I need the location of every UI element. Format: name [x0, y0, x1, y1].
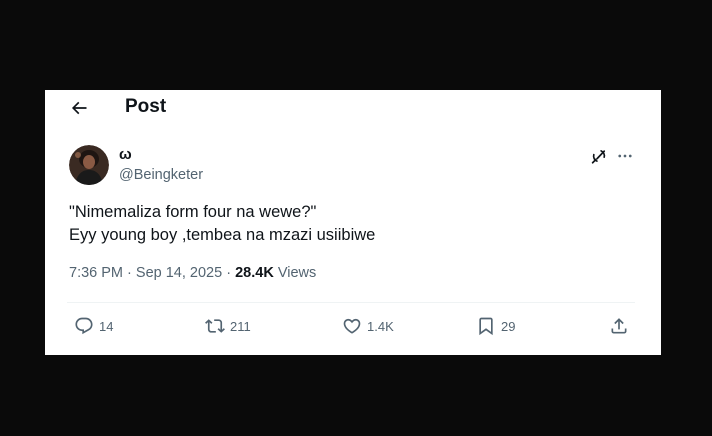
share-button[interactable]: [609, 315, 629, 337]
meta-separator: ·: [127, 265, 132, 281]
reply-count: 14: [99, 318, 114, 334]
repost-count: 211: [230, 318, 251, 334]
grok-icon[interactable]: [590, 147, 608, 165]
reply-button[interactable]: 14: [74, 315, 113, 337]
page-title: Post: [125, 96, 167, 117]
author-name[interactable]: ω: [119, 147, 132, 163]
back-button[interactable]: [67, 96, 91, 120]
post-card: Post ω @Beingketer "Nimemaliza form four…: [45, 90, 661, 355]
divider: [67, 302, 635, 303]
bookmark-button[interactable]: 29: [476, 315, 515, 337]
repost-icon: [205, 319, 225, 333]
share-icon: [611, 318, 627, 334]
like-count: 1.4K: [367, 318, 394, 334]
repost-button[interactable]: 211: [205, 315, 251, 337]
avatar-image: [69, 145, 109, 185]
avatar[interactable]: [69, 145, 109, 185]
bookmark-icon: [479, 317, 493, 336]
post-header: Post: [45, 90, 661, 126]
views-label: Views: [277, 265, 317, 281]
post-time[interactable]: 7:36 PM: [69, 265, 123, 281]
post-text: "Nimemaliza form four na wewe?" Eyy youn…: [69, 201, 629, 247]
arrow-left-icon: [71, 101, 87, 115]
meta-separator: ·: [226, 265, 232, 281]
post-date[interactable]: Sep 14, 2025: [136, 265, 222, 281]
author-handle[interactable]: @Beingketer: [119, 167, 203, 184]
more-options-icon[interactable]: [615, 147, 635, 165]
like-button[interactable]: 1.4K: [342, 315, 394, 337]
bookmark-count: 29: [501, 318, 516, 334]
post-text-line: Eyy young boy ,tembea na mzazi usiibiwe: [69, 226, 376, 244]
views-count: 28.4K: [235, 265, 274, 281]
heart-icon: [343, 318, 361, 334]
reply-icon: [75, 317, 93, 335]
post-text-line: "Nimemaliza form four na wewe?": [69, 203, 317, 221]
post-meta: 7:36 PM · Sep 14, 2025 · 28.4K Views: [69, 264, 316, 282]
